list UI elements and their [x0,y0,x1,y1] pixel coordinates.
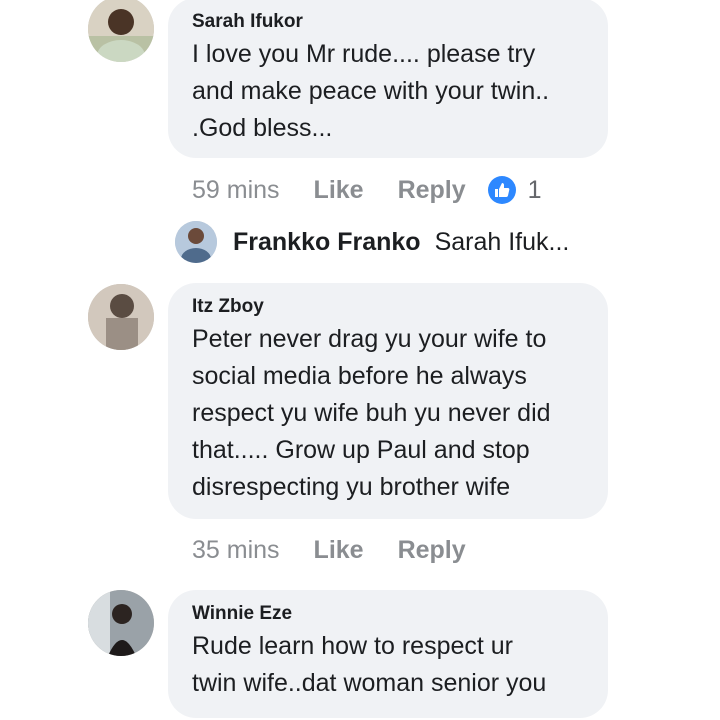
comment-author[interactable]: Winnie Eze [192,602,584,626]
comment-author[interactable]: Sarah Ifukor [192,10,584,34]
comment-text: I love you Mr rude.... please try and ma… [192,36,584,147]
timestamp[interactable]: 35 mins [192,536,280,565]
comment-bubble-2: Itz Zboy Peter never drag yu your wife t… [168,283,608,519]
reply-preview[interactable]: Frankko Franko Sarah Ifuk... [175,220,569,264]
comment-line: Rude learn how to respect ur [192,632,514,660]
comment-actions-1: 59 mins Like Reply 1 [192,174,542,206]
avatar-winnie-eze[interactable] [88,590,154,656]
comment-line: social media before he always [192,362,527,390]
comment-line: Peter never drag yu your wife to [192,325,547,353]
comment-line: .God bless... [192,114,333,142]
comment-text: Rude learn how to respect ur twin wife..… [192,628,584,702]
comment-line: respect yu wife buh yu never did [192,399,551,427]
avatar-frankko-franko[interactable] [175,221,217,263]
comment-line: that..... Grow up Paul and stop [192,436,530,464]
comment-line: twin wife..dat woman senior you [192,669,547,697]
timestamp[interactable]: 59 mins [192,176,280,205]
comment-line: disrespecting yu brother wife [192,473,511,501]
like-button[interactable]: Like [314,536,364,565]
like-button[interactable]: Like [314,176,364,205]
comment-bubble-1: Sarah Ifukor I love you Mr rude.... plea… [168,0,608,158]
comment-line: and make peace with your twin.. [192,77,550,105]
comment-line: I love you Mr rude.... please try [192,40,536,68]
reply-author[interactable]: Frankko Franko [233,228,421,257]
comment-actions-2: 35 mins Like Reply [192,534,500,566]
reaction-count: 1 [527,175,542,204]
thumbs-up-icon [487,176,516,204]
reaction-summary[interactable]: 1 [487,175,542,205]
avatar-itz-zboy[interactable] [88,284,154,350]
comment-author[interactable]: Itz Zboy [192,295,584,319]
reply-button[interactable]: Reply [398,536,466,565]
avatar-sarah-ifukor[interactable] [88,0,154,62]
reply-button[interactable]: Reply [398,176,466,205]
comment-text: Peter never drag yu your wife to social … [192,321,584,506]
reply-preview-text: Sarah Ifuk... [434,227,570,256]
comment-bubble-3: Winnie Eze Rude learn how to respect ur … [168,590,608,718]
